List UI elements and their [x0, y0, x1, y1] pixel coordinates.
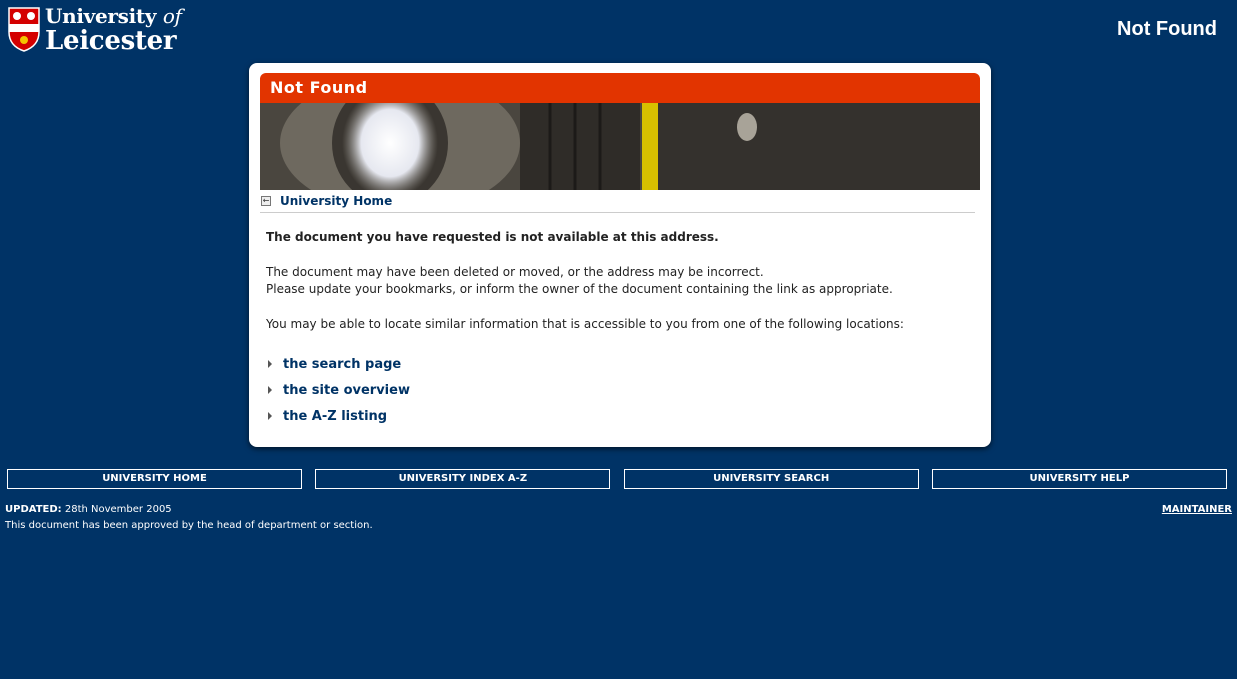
nav-university-help-button[interactable]: UNIVERSITY HELP — [931, 469, 1227, 489]
page-heading: Not Found — [1117, 18, 1217, 40]
content-card: Not Found ← University Home The document… — [249, 63, 991, 447]
list-item: the site overview — [266, 377, 966, 403]
logo-of-text: of — [162, 4, 182, 28]
divider — [260, 212, 975, 213]
explanation-line-1: The document may have been deleted or mo… — [266, 265, 764, 279]
search-page-link[interactable]: the search page — [283, 356, 401, 373]
bullet-arrow-icon — [268, 386, 272, 394]
suggestion-links: the search page the site overview the A-… — [266, 351, 966, 429]
approval-note: This document has been approved by the h… — [5, 520, 373, 531]
page-footer: UPDATED: 28th November 2005 This documen… — [5, 502, 373, 534]
university-logo[interactable]: University of Leicester — [7, 6, 182, 54]
updated-label: UPDATED: — [5, 504, 62, 515]
nav-university-index-button[interactable]: UNIVERSITY INDEX A-Z — [315, 469, 611, 489]
back-arrow-icon: ← — [261, 196, 271, 206]
updated-date: 28th November 2005 — [61, 504, 172, 515]
university-home-link[interactable]: ← University Home — [261, 194, 392, 208]
logo-leicester-text: Leicester — [45, 26, 177, 56]
site-overview-link[interactable]: the site overview — [283, 382, 410, 399]
bullet-arrow-icon — [268, 412, 272, 420]
university-home-link-text[interactable]: University Home — [280, 194, 392, 208]
bullet-arrow-icon — [268, 360, 272, 368]
list-item: the A-Z listing — [266, 403, 966, 429]
nav-university-search-button[interactable]: UNIVERSITY SEARCH — [623, 469, 919, 489]
card-title-bar: Not Found — [260, 73, 980, 103]
logo-university-text: University — [45, 4, 163, 28]
az-listing-link[interactable]: the A-Z listing — [283, 408, 387, 425]
footer-nav: UNIVERSITY HOME UNIVERSITY INDEX A-Z UNI… — [7, 469, 1227, 489]
banner-image — [260, 103, 980, 190]
crest-icon — [8, 7, 40, 52]
list-item: the search page — [266, 351, 966, 377]
message-body: The document you have requested is not a… — [266, 229, 966, 429]
explanation-line-2: Please update your bookmarks, or inform … — [266, 282, 893, 296]
lead-message: The document you have requested is not a… — [266, 230, 719, 244]
suggestion-text: You may be able to locate similar inform… — [266, 317, 904, 331]
nav-university-home-button[interactable]: UNIVERSITY HOME — [7, 469, 302, 489]
maintainer-link[interactable]: MAINTAINER — [1162, 502, 1232, 518]
